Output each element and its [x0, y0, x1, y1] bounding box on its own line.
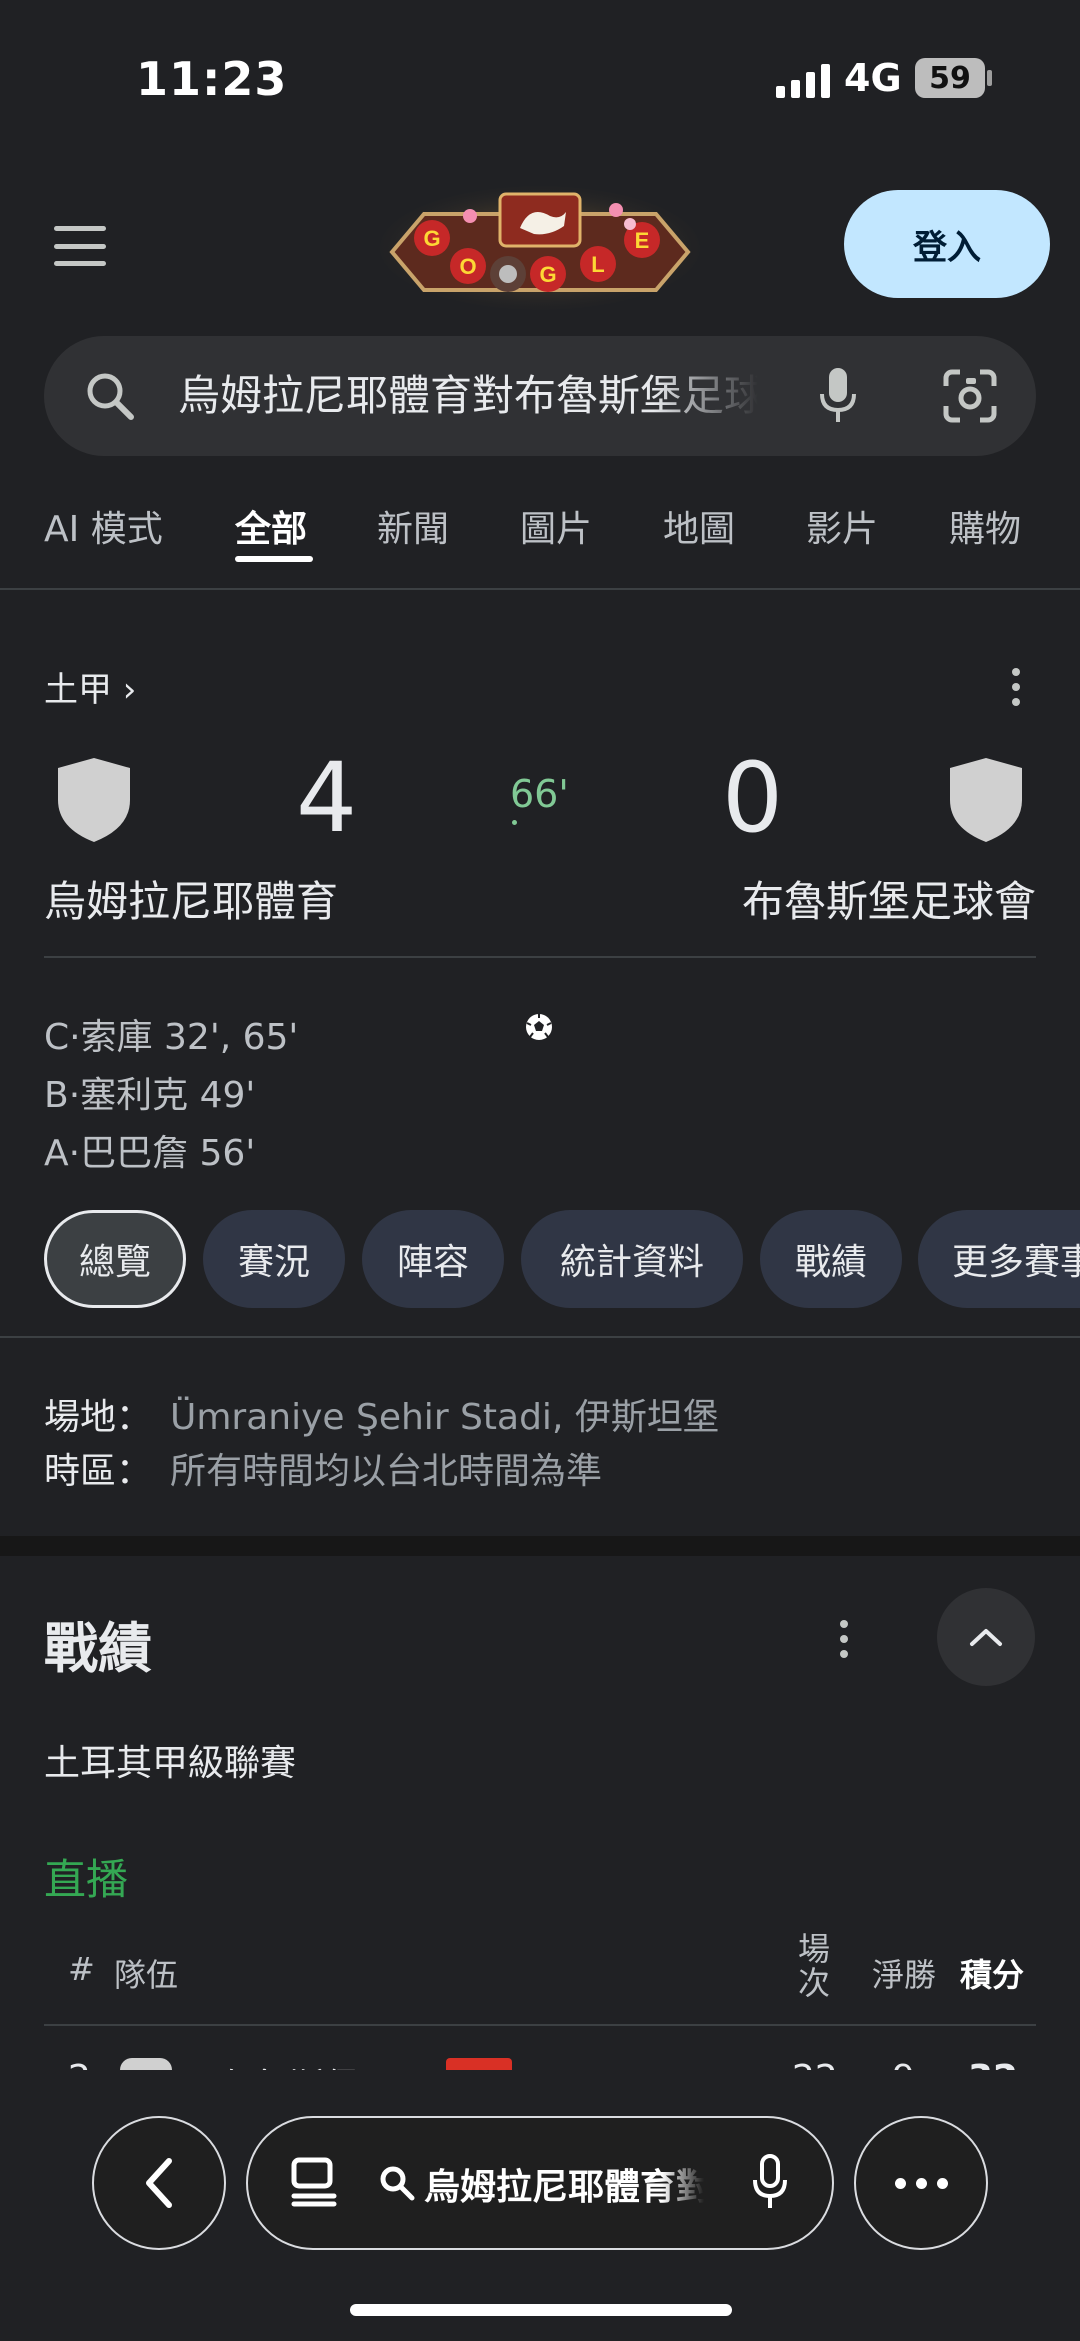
microphone-icon[interactable] — [752, 2154, 788, 2210]
collapse-button[interactable] — [937, 1588, 1035, 1686]
address-text[interactable]: 烏姆拉尼耶體育對布魯斯堡足球 — [424, 2158, 704, 2210]
header-points: 積分 — [960, 1956, 1025, 1994]
row-team-shield-icon — [120, 2058, 172, 2070]
soccer-ball-icon — [526, 1014, 552, 1040]
goal-scorer: A·巴巴詹 56' — [44, 1133, 256, 1174]
match-divider — [44, 956, 1036, 958]
away-team-shield-icon[interactable] — [946, 756, 1026, 844]
search-icon — [87, 373, 134, 420]
tabs-divider — [0, 588, 1080, 590]
home-indicator[interactable] — [350, 2304, 732, 2316]
svg-text:G: G — [539, 262, 556, 287]
microphone-icon[interactable] — [818, 366, 858, 426]
chevron-up-icon — [970, 1629, 1002, 1646]
row-rank: 2 — [68, 2058, 91, 2070]
row-points: 32 — [968, 2058, 1018, 2070]
camera-lens-icon[interactable] — [940, 366, 1000, 426]
row-team-name: 布魯斯堡 — [216, 2058, 360, 2070]
match-minute: 66' — [510, 772, 569, 816]
standings-title: 戰績 — [44, 1617, 152, 1680]
more-options-button[interactable] — [854, 2116, 988, 2250]
more-dot — [894, 2177, 906, 2189]
hamburger-menu-icon[interactable] — [54, 226, 106, 266]
signin-button[interactable]: 登入 — [844, 190, 1050, 298]
svg-text:O: O — [459, 254, 476, 279]
live-badge — [446, 2058, 512, 2070]
tab-shopping[interactable]: 購物 — [949, 500, 1021, 552]
header-rank: # — [68, 1950, 95, 1988]
row-goal-diff: 9 — [892, 2058, 915, 2070]
live-label: 直播 — [44, 1855, 129, 1904]
back-button[interactable] — [92, 2116, 226, 2250]
home-team-name[interactable]: 烏姆拉尼耶體育 — [44, 868, 338, 929]
tab-videos[interactable]: 影片 — [806, 500, 878, 552]
search-input[interactable]: 烏姆拉尼耶體育對布魯斯堡足球 — [178, 362, 758, 423]
goal-scorer: C·索庫 32', 65' — [44, 1017, 299, 1058]
timezone-value: 所有時間均以台北時間為準 — [170, 1451, 603, 1492]
tab-news[interactable]: 新聞 — [377, 500, 449, 552]
home-score: 4 — [296, 742, 358, 854]
table-row[interactable]: 2 布魯斯堡 22 9 32 — [0, 2030, 1080, 2070]
chevron-left-icon — [146, 2158, 172, 2208]
away-team-name[interactable]: 布魯斯堡足球會 — [742, 868, 1036, 929]
match-more-options-icon[interactable] — [1011, 668, 1021, 706]
header-team: 隊伍 — [114, 1956, 179, 1994]
search-icon — [380, 2166, 415, 2201]
live-indicator-dot — [512, 820, 517, 825]
network-type: 4G — [844, 56, 902, 100]
goal-scorer: B·塞利克 49' — [44, 1075, 256, 1116]
cellular-signal-icon — [776, 62, 830, 98]
venue-label: 場地： — [44, 1397, 153, 1438]
status-time: 11:23 — [136, 52, 288, 106]
table-header-divider — [44, 2024, 1036, 2026]
standings-league: 土耳其甲級聯賽 — [44, 1743, 297, 1784]
tab-ai-mode[interactable]: AI 模式 — [44, 500, 163, 552]
away-score: 0 — [722, 742, 784, 854]
tab-all[interactable]: 全部 — [235, 500, 307, 552]
tab-maps[interactable]: 地圖 — [663, 500, 735, 552]
more-dot — [915, 2177, 927, 2189]
row-played: 22 — [792, 2058, 838, 2070]
header-goal-diff: 淨勝 — [872, 1956, 937, 1994]
standings-more-options-icon[interactable] — [839, 1620, 849, 1658]
more-dot — [936, 2177, 948, 2189]
tab-images[interactable]: 圖片 — [520, 500, 592, 552]
league-link[interactable]: 土甲 › — [44, 662, 136, 711]
google-doodle-logo[interactable]: G O G L E — [380, 180, 700, 310]
chip-match-status[interactable]: 賽況 — [203, 1210, 345, 1308]
chip-more-matches[interactable]: 更多賽事 — [918, 1210, 1080, 1308]
svg-text:G: G — [423, 226, 440, 251]
home-team-shield-icon[interactable] — [54, 756, 134, 844]
battery-icon: 59 — [915, 58, 985, 98]
chip-standings[interactable]: 戰績 — [760, 1210, 902, 1308]
venue-value: Ümraniye Şehir Stadi, 伊斯坦堡 — [170, 1397, 719, 1438]
chips-divider — [0, 1336, 1080, 1338]
chip-stats[interactable]: 統計資料 — [521, 1210, 743, 1308]
chip-overview[interactable]: 總覽 — [44, 1210, 186, 1308]
svg-text:L: L — [591, 252, 604, 277]
tab-overview-icon[interactable] — [290, 2156, 338, 2208]
header-played: 場次 — [798, 1930, 831, 2002]
timezone-label: 時區： — [44, 1451, 153, 1492]
battery-tip — [987, 70, 992, 86]
svg-text:E: E — [635, 228, 650, 253]
chip-lineups[interactable]: 陣容 — [362, 1210, 504, 1308]
section-separator — [0, 1536, 1080, 1556]
active-tab-indicator — [235, 556, 313, 562]
